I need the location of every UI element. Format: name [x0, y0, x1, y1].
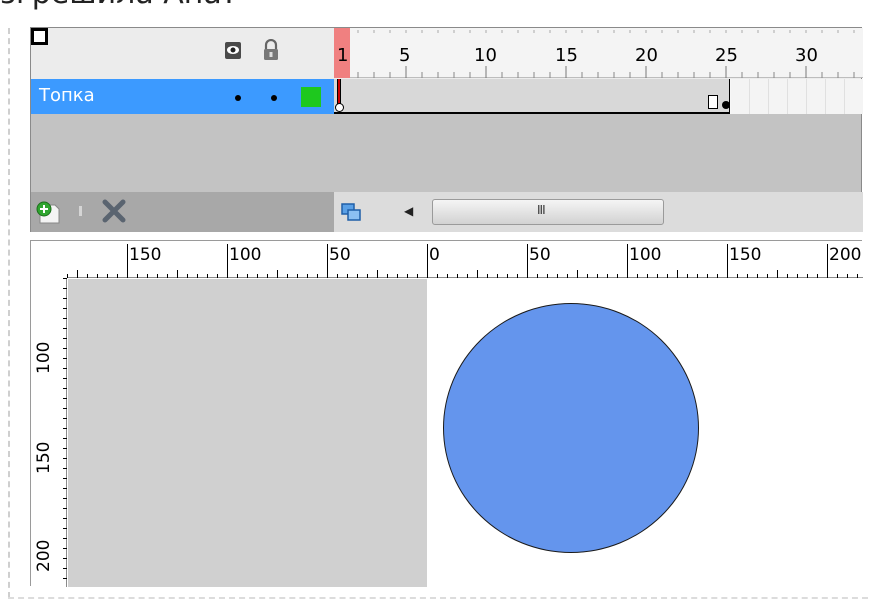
page-frame-bottom	[8, 597, 868, 599]
stage-area: 150 100 50 0 50 100 150 200 100 150 200	[30, 240, 863, 587]
timeline-panel: 1 5 10 15 20 25 30 Топка ◀ III	[30, 27, 863, 232]
keyframe-end[interactable]	[722, 101, 730, 109]
playhead-frame-number: 1	[337, 45, 349, 66]
frame-ruler[interactable]	[334, 28, 863, 78]
layer-visibility-dot[interactable]	[235, 95, 241, 101]
lock-icon[interactable]	[262, 39, 280, 61]
onion-skin-icon[interactable]	[340, 202, 362, 222]
frame-number: 25	[715, 45, 738, 66]
h-ruler-label: 50	[329, 245, 351, 265]
layer-frames[interactable]	[334, 79, 863, 114]
vertical-ruler[interactable]: 100 150 200	[31, 278, 67, 587]
horizontal-ruler[interactable]: 150 100 50 0 50 100 150 200	[67, 241, 863, 278]
scrollbar-thumb[interactable]: III	[432, 199, 664, 225]
layer-toolbar	[31, 192, 334, 232]
circle-shape[interactable]	[443, 303, 699, 553]
page-frame-left	[8, 28, 10, 598]
h-ruler-label: 150	[129, 245, 162, 265]
h-ruler-label: 50	[529, 245, 551, 265]
frame-number: 10	[474, 45, 497, 66]
pasteboard	[68, 279, 427, 587]
frame-number: 30	[795, 45, 818, 66]
v-ruler-label: 100	[34, 341, 54, 374]
h-ruler-label: 0	[429, 245, 440, 265]
toolbar-separator	[79, 206, 82, 216]
v-ruler-label: 150	[34, 441, 54, 474]
frame-number: 5	[399, 45, 411, 66]
layer-name: Топка	[39, 85, 95, 106]
add-layer-icon[interactable]	[35, 199, 61, 225]
layer-lock-dot[interactable]	[271, 95, 277, 101]
ruler-corner	[31, 241, 67, 278]
keyframe-start[interactable]	[335, 103, 344, 112]
outline-icon[interactable]	[31, 28, 48, 45]
empty-frames[interactable]	[731, 79, 863, 114]
h-ruler-label: 200	[829, 245, 862, 265]
layer-outline-color[interactable]	[301, 87, 321, 107]
delete-icon[interactable]	[101, 198, 127, 224]
frame-number: 20	[635, 45, 658, 66]
frame-ruler-ticks	[341, 30, 855, 78]
grip-icon: III	[537, 203, 546, 217]
caption-text: згрешила Ана?	[0, 0, 238, 14]
h-ruler-label: 100	[629, 245, 662, 265]
h-ruler-label: 150	[729, 245, 762, 265]
eye-icon[interactable]	[224, 39, 242, 61]
tween-span[interactable]	[334, 79, 730, 114]
frame-number: 15	[555, 45, 578, 66]
chevron-left-icon[interactable]: ◀	[404, 204, 413, 218]
h-ruler-label: 100	[229, 245, 262, 265]
layer-row[interactable]: Топка	[31, 79, 334, 114]
timeline-empty-area	[31, 114, 861, 192]
frame-end-marker[interactable]	[708, 95, 718, 109]
timeline-scrollbar-area: ◀ III	[334, 192, 863, 232]
v-ruler-label: 200	[34, 539, 54, 572]
